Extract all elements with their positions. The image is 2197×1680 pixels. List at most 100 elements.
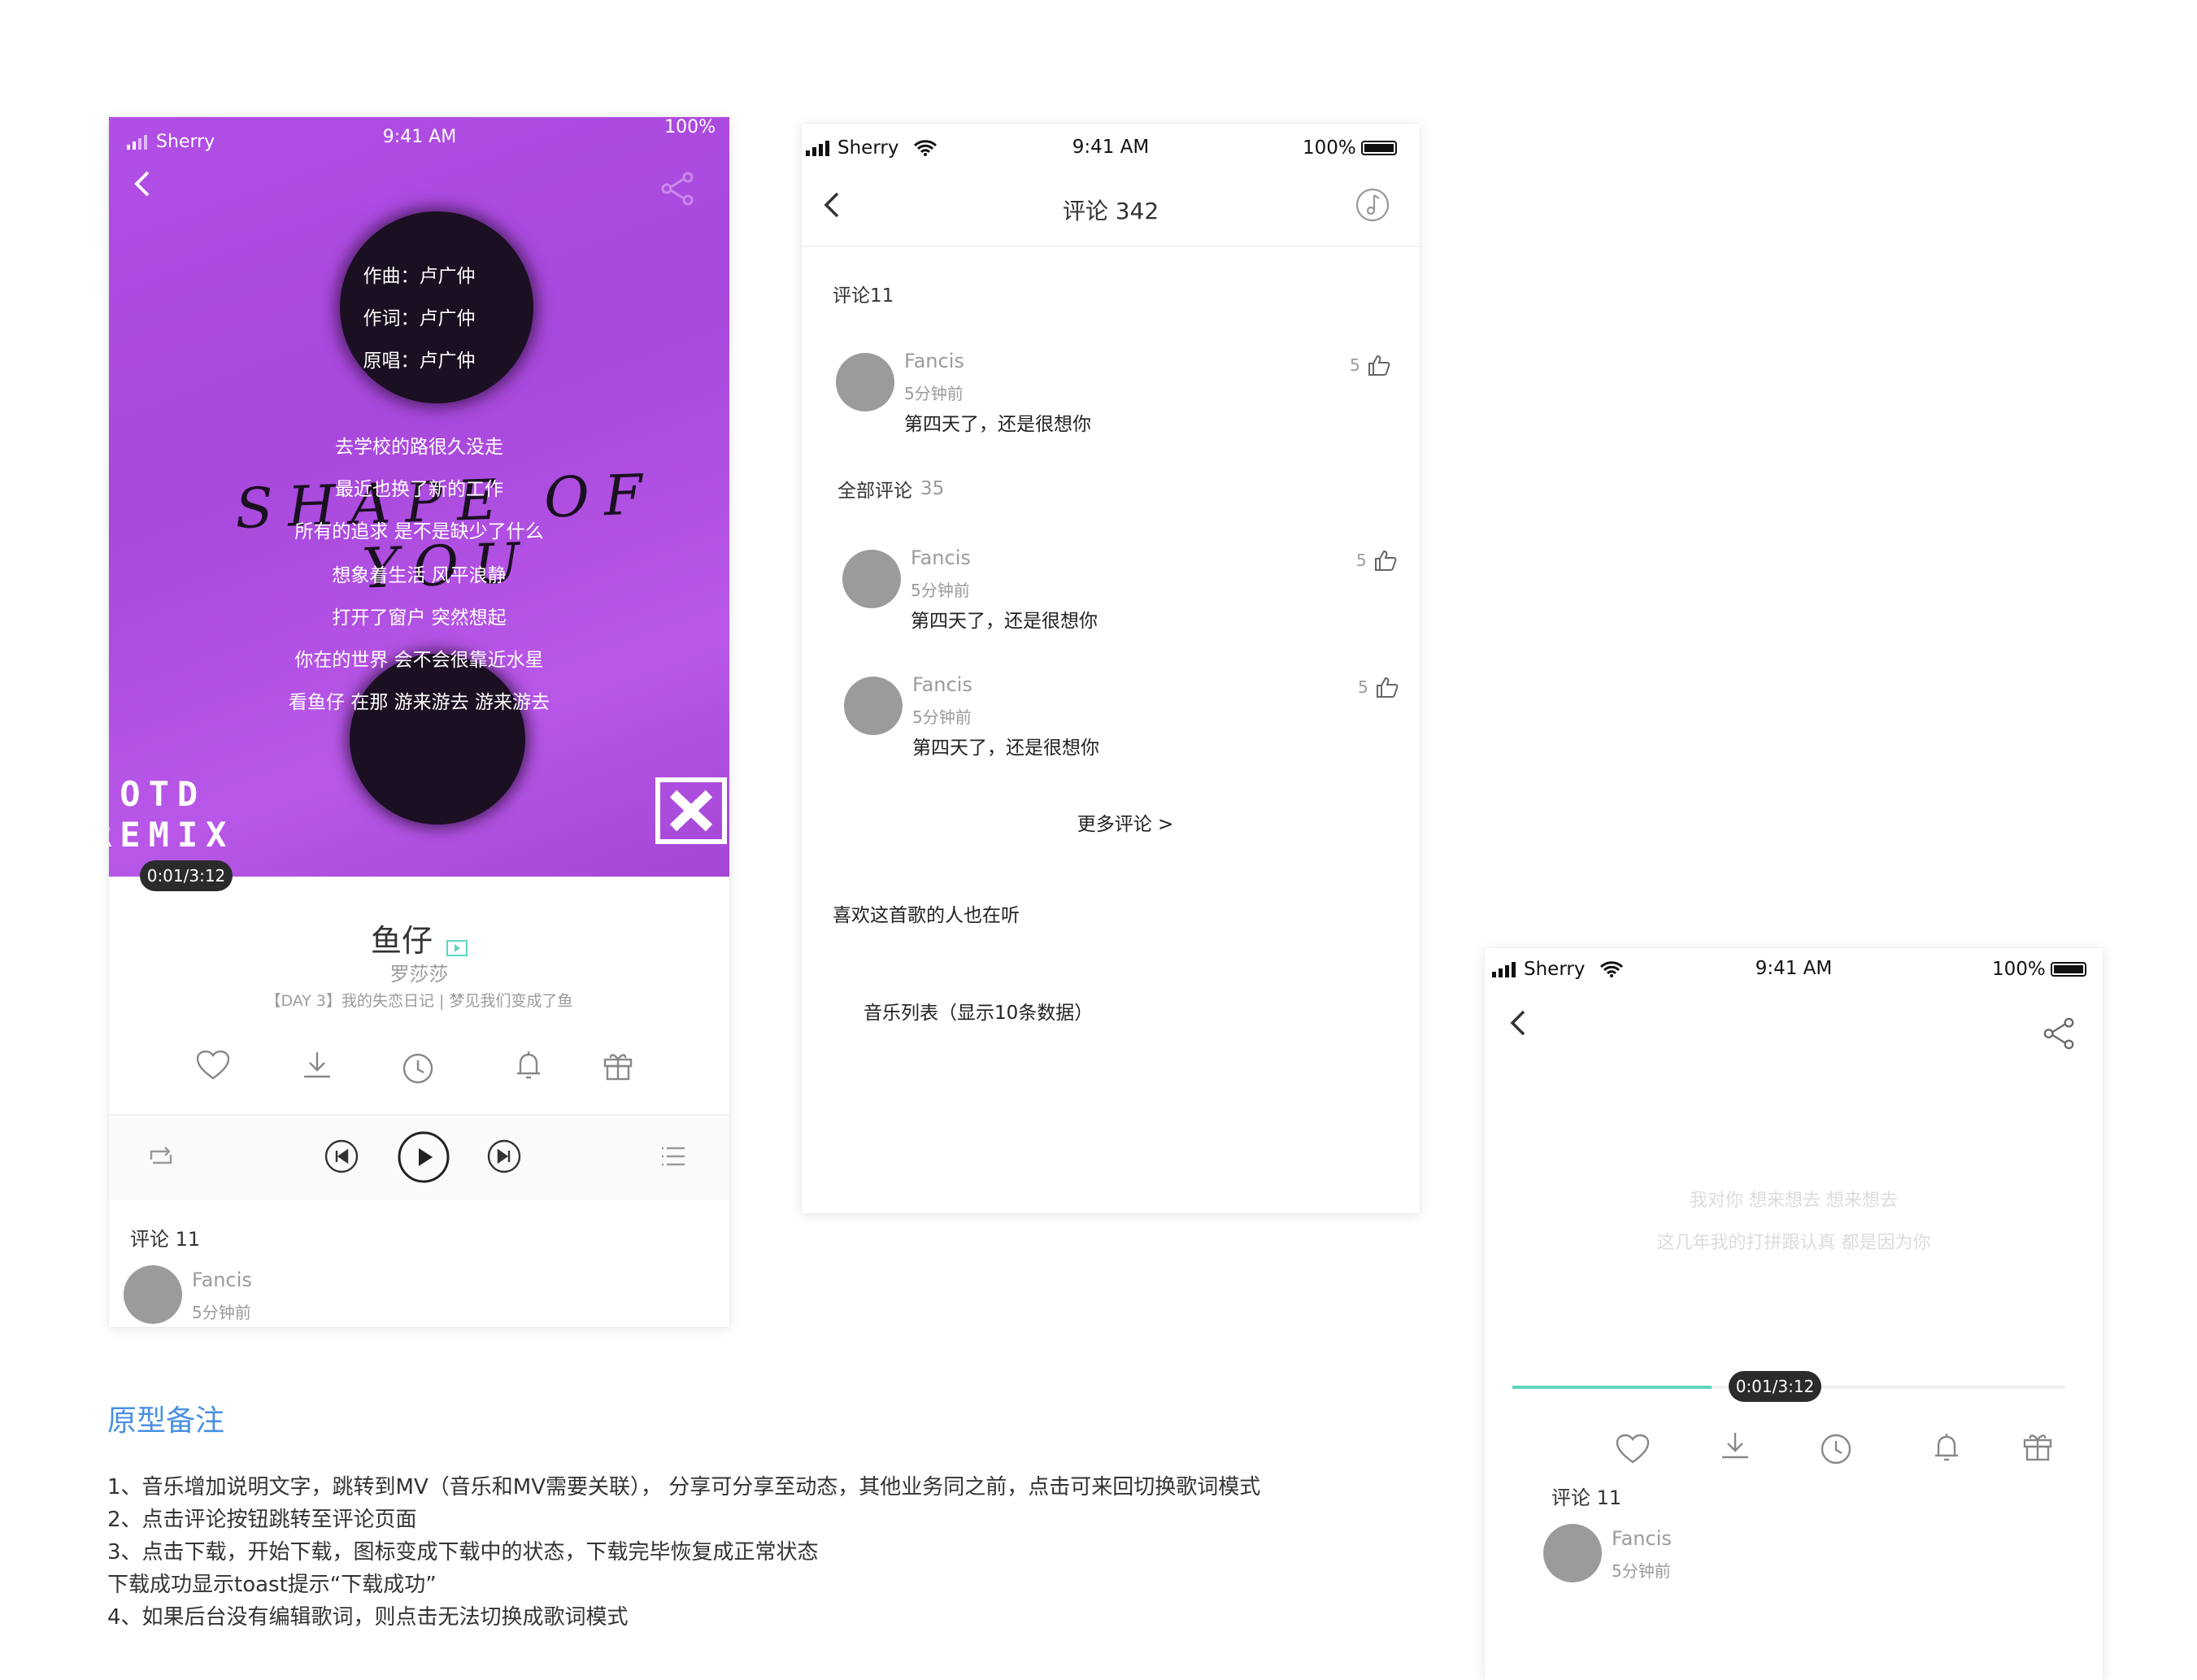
- comment-user[interactable]: Fancis: [192, 1269, 252, 1291]
- like-count: 5: [1358, 677, 1368, 697]
- wifi-icon: [1600, 961, 1624, 977]
- notes-line-1: 1、音乐增加说明文字，跳转到MV（音乐和MV需要关联）， 分享可分享至动态，其他…: [107, 1475, 1261, 1499]
- avatar[interactable]: [844, 677, 903, 735]
- thumbs-up-icon: [1374, 550, 1397, 571]
- music-note-icon[interactable]: [1355, 187, 1390, 223]
- like-button[interactable]: 5: [1356, 548, 1398, 572]
- playlist-icon[interactable]: [659, 1143, 688, 1169]
- comment-user[interactable]: Fancis: [1612, 1527, 1672, 1550]
- battery-icon: [1360, 141, 1397, 155]
- time-badge[interactable]: 0:01/3:12: [1729, 1371, 1821, 1402]
- notes-line-3: 3、点击下载，开始下载，图标变成下载中的状态，下载完毕恢复成正常状态: [107, 1540, 819, 1565]
- mv-icon[interactable]: [446, 939, 468, 956]
- nav-divider: [802, 246, 1420, 247]
- lyric-line-2: 这几年我的打拼跟认真 都是因为你: [1656, 1233, 1931, 1253]
- lyric-line-1: 我对你 想来想去 想来想去: [1690, 1190, 1898, 1211]
- next-icon[interactable]: [486, 1138, 522, 1174]
- art-x-logo: [655, 777, 727, 844]
- lyric-line-6: 你在的世界 会不会很靠近水星: [294, 650, 544, 671]
- share-icon[interactable]: [660, 171, 696, 207]
- gift-icon[interactable]: [2020, 1428, 2056, 1464]
- comment-user[interactable]: Fancis: [912, 673, 972, 696]
- bell-icon[interactable]: [1929, 1430, 1964, 1465]
- art-corner-text-2: REMIX: [109, 815, 235, 855]
- nav-title: 评论 342: [1062, 198, 1159, 224]
- status-battery: 100%: [664, 117, 716, 137]
- play-button[interactable]: [397, 1130, 450, 1184]
- lyric-line-2: 最近也换了新的工作: [335, 479, 503, 500]
- artist-name[interactable]: 罗莎莎: [109, 958, 729, 986]
- all-section-title: 全部评论: [837, 481, 912, 502]
- comment-user[interactable]: Fancis: [904, 350, 964, 372]
- status-bar: Sherry: [805, 135, 938, 161]
- avatar[interactable]: [836, 353, 894, 411]
- clock-icon[interactable]: [400, 1051, 436, 1086]
- progress-fill: [1512, 1386, 1712, 1389]
- also-listening-title: 喜欢这首歌的人也在听: [833, 905, 1020, 926]
- back-icon[interactable]: [130, 168, 154, 200]
- lyric-line-4: 想象着生活 风平浪静: [332, 565, 507, 586]
- share-icon[interactable]: [2043, 1016, 2077, 1051]
- comment-time: 5分钟前: [912, 707, 972, 727]
- like-count: 5: [1356, 551, 1367, 570]
- signal-icon: [127, 135, 147, 150]
- thumbs-up-icon: [1376, 677, 1399, 698]
- status-time: 9:41 AM: [1072, 137, 1150, 158]
- lyric-line-1: 去学校的路很久没走: [335, 437, 503, 458]
- credit-composer: 作曲：卢广仲: [363, 266, 476, 287]
- notes-title: 原型备注: [107, 1404, 225, 1438]
- avatar[interactable]: [1543, 1524, 1602, 1582]
- bell-icon[interactable]: [511, 1047, 546, 1083]
- download-icon[interactable]: [1719, 1430, 1751, 1462]
- favorite-icon[interactable]: [195, 1049, 231, 1082]
- repeat-icon[interactable]: [146, 1143, 176, 1169]
- notes-line-4: 下载成功显示toast提示“下载成功”: [107, 1573, 437, 1597]
- comment-text: 第四天了，还是很想你: [904, 414, 1091, 435]
- comment-time: 5分钟前: [904, 384, 964, 403]
- notes-line-2: 2、点击评论按钮跳转至评论页面: [107, 1508, 417, 1532]
- status-battery: 100%: [1303, 137, 1356, 159]
- comment-time: 5分钟前: [192, 1303, 251, 1322]
- comment-text: 第四天了，还是很想你: [912, 738, 1099, 759]
- lyric-line-3: 所有的追求 是不是缺少了什么: [294, 521, 544, 542]
- comments-title[interactable]: 评论 11: [130, 1223, 200, 1251]
- more-comments-link[interactable]: 更多评论 >: [802, 808, 1420, 836]
- like-button[interactable]: 5: [1350, 353, 1391, 377]
- lyrics-screen: Sherry 9:41 AM 100% 我对你 想来想去 想来想去 这几年我的打…: [1485, 948, 2103, 1680]
- status-time: 9:41 AM: [1755, 958, 1833, 979]
- thumbs-up-icon: [1368, 355, 1390, 376]
- like-button[interactable]: 5: [1358, 675, 1399, 699]
- player-screen: SHAPE OF YOU IOTD REMIX Sherry 9:41 AM 1…: [109, 117, 729, 1327]
- previous-icon[interactable]: [324, 1138, 359, 1174]
- comments-screen: Sherry 9:41 AM 100% 评论 342 评论11 Fancis 5…: [802, 124, 1420, 1213]
- signal-icon: [1492, 962, 1516, 977]
- notes-line-5: 4、如果后台没有编辑歌词，则点击无法切换成歌词模式: [107, 1605, 629, 1630]
- song-description: 【DAY 3】我的失恋日记 | 梦见我们变成了鱼: [265, 992, 573, 1010]
- comment-time: 5分钟前: [911, 581, 970, 600]
- art-corner-text-1: IOTD: [109, 774, 207, 814]
- gift-icon[interactable]: [600, 1047, 636, 1083]
- avatar[interactable]: [124, 1265, 182, 1324]
- status-battery: 100%: [1992, 959, 2046, 980]
- lyric-line-7: 看鱼仔 在那 游来游去 游来游去: [289, 692, 550, 713]
- comments-title[interactable]: 评论 11: [1551, 1482, 1621, 1510]
- favorite-icon[interactable]: [1615, 1433, 1651, 1465]
- like-count: 5: [1350, 355, 1360, 375]
- carrier-label: Sherry: [156, 131, 215, 152]
- download-icon[interactable]: [301, 1049, 333, 1082]
- back-icon[interactable]: [1506, 1007, 1529, 1039]
- battery-icon: [2050, 962, 2086, 977]
- credit-lyricist: 作词：卢广仲: [363, 308, 476, 329]
- hot-section-title: 评论11: [833, 285, 894, 307]
- clock-icon[interactable]: [1818, 1431, 1854, 1467]
- ink-blob-bottom: [350, 654, 525, 825]
- comment-user[interactable]: Fancis: [911, 546, 971, 569]
- lyric-line-5: 打开了窗户 突然想起: [332, 607, 507, 629]
- comment-time: 5分钟前: [1612, 1561, 1671, 1581]
- signal-icon: [806, 141, 829, 156]
- time-badge: 0:01/3:12: [140, 860, 233, 891]
- carrier-label: Sherry: [1524, 959, 1586, 980]
- music-list-placeholder: 音乐列表（显示10条数据）: [864, 1003, 1094, 1024]
- comment-text: 第四天了，还是很想你: [911, 611, 1098, 632]
- avatar[interactable]: [842, 550, 901, 608]
